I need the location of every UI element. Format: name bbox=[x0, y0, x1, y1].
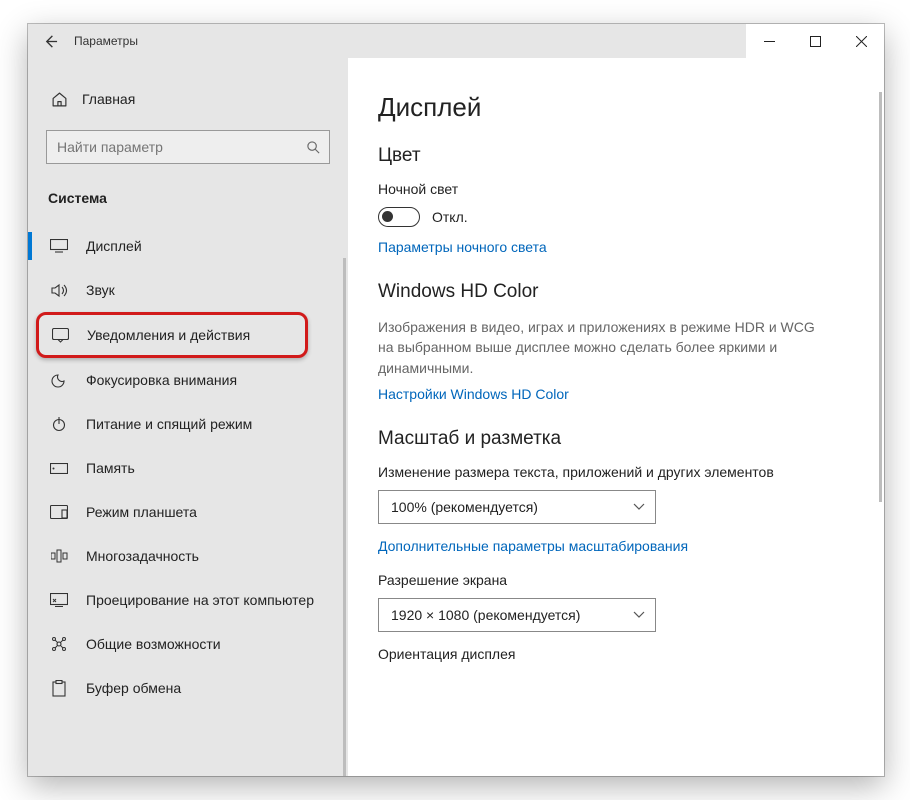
sidebar-item-projecting[interactable]: Проецирование на этот компьютер bbox=[28, 578, 348, 622]
sidebar-item-focus[interactable]: Фокусировка внимания bbox=[28, 358, 348, 402]
resolution-label: Разрешение экрана bbox=[378, 572, 884, 588]
text-size-dropdown[interactable]: 100% (рекомендуется) bbox=[378, 490, 656, 524]
sidebar-item-notifications[interactable]: Уведомления и действия bbox=[36, 312, 308, 358]
resolution-value: 1920 × 1080 (рекомендуется) bbox=[391, 607, 580, 623]
display-icon bbox=[50, 237, 68, 255]
home-label: Главная bbox=[82, 91, 135, 107]
titlebar: Параметры bbox=[28, 24, 884, 58]
nightlight-settings-link[interactable]: Параметры ночного света bbox=[378, 239, 884, 255]
sidebar-section-title: Система bbox=[28, 176, 348, 214]
focus-icon bbox=[50, 371, 68, 389]
sidebar-item-storage[interactable]: Память bbox=[28, 446, 348, 490]
hdcolor-link[interactable]: Настройки Windows HD Color bbox=[378, 386, 884, 402]
advanced-scaling-link[interactable]: Дополнительные параметры масштабирования bbox=[378, 538, 884, 554]
sidebar-item-tablet[interactable]: Режим планшета bbox=[28, 490, 348, 534]
page-title: Дисплей bbox=[378, 92, 884, 123]
sidebar-item-label: Фокусировка внимания bbox=[86, 372, 237, 388]
content: Главная Система Дисплей bbox=[28, 58, 884, 776]
toggle-state: Откл. bbox=[432, 209, 468, 225]
home-icon bbox=[50, 90, 68, 108]
sidebar-item-multitasking[interactable]: Многозадачность bbox=[28, 534, 348, 578]
text-size-value: 100% (рекомендуется) bbox=[391, 499, 538, 515]
notifications-icon bbox=[51, 326, 69, 344]
home-link[interactable]: Главная bbox=[28, 82, 348, 116]
text-size-label: Изменение размера текста, приложений и д… bbox=[378, 464, 884, 480]
orientation-label: Ориентация дисплея bbox=[378, 646, 884, 662]
resolution-dropdown[interactable]: 1920 × 1080 (рекомендуется) bbox=[378, 598, 656, 632]
sidebar-nav: Дисплей Звук Уведомления и действия bbox=[28, 214, 348, 710]
scale-heading: Масштаб и разметка bbox=[378, 428, 884, 450]
storage-icon bbox=[50, 459, 68, 477]
back-button[interactable] bbox=[28, 24, 72, 58]
sidebar-item-label: Режим планшета bbox=[86, 504, 197, 520]
sidebar-item-display[interactable]: Дисплей bbox=[28, 224, 348, 268]
sidebar-item-label: Питание и спящий режим bbox=[86, 416, 252, 432]
minimize-button[interactable] bbox=[746, 24, 792, 58]
sidebar-item-label: Проецирование на этот компьютер bbox=[86, 592, 314, 608]
sidebar-item-clipboard[interactable]: Буфер обмена bbox=[28, 666, 348, 710]
multitasking-icon bbox=[50, 547, 68, 565]
sidebar-item-sound[interactable]: Звук bbox=[28, 268, 348, 312]
hdcolor-heading: Windows HD Color bbox=[378, 281, 884, 303]
search-input[interactable] bbox=[46, 130, 330, 164]
sound-icon bbox=[50, 281, 68, 299]
sidebar-item-power[interactable]: Питание и спящий режим bbox=[28, 402, 348, 446]
sidebar-item-label: Многозадачность bbox=[86, 548, 199, 564]
sidebar-item-label: Память bbox=[86, 460, 135, 476]
sidebar: Главная Система Дисплей bbox=[28, 58, 348, 776]
color-heading: Цвет bbox=[378, 145, 884, 167]
sidebar-scrollbar[interactable] bbox=[343, 258, 346, 776]
search-field[interactable] bbox=[57, 139, 306, 155]
main-panel: Дисплей Цвет Ночной свет Откл. Параметры… bbox=[348, 58, 884, 776]
settings-window: Параметры Главная bbox=[28, 24, 884, 776]
nightlight-toggle[interactable]: Откл. bbox=[378, 207, 884, 227]
projecting-icon bbox=[50, 591, 68, 609]
hdcolor-desc: Изображения в видео, играх и приложениях… bbox=[378, 317, 818, 378]
shared-icon bbox=[50, 635, 68, 653]
chevron-down-icon bbox=[633, 503, 645, 511]
sidebar-item-shared[interactable]: Общие возможности bbox=[28, 622, 348, 666]
clipboard-icon bbox=[50, 679, 68, 697]
toggle-track[interactable] bbox=[378, 207, 420, 227]
sidebar-item-label: Дисплей bbox=[86, 238, 142, 254]
window-title: Параметры bbox=[74, 34, 138, 48]
sidebar-item-label: Общие возможности bbox=[86, 636, 221, 652]
sidebar-item-label: Буфер обмена bbox=[86, 680, 181, 696]
sidebar-item-label: Звук bbox=[86, 282, 115, 298]
main-scrollbar[interactable] bbox=[879, 92, 882, 502]
power-icon bbox=[50, 415, 68, 433]
maximize-button[interactable] bbox=[792, 24, 838, 58]
tablet-icon bbox=[50, 503, 68, 521]
sidebar-item-label: Уведомления и действия bbox=[87, 327, 250, 343]
nightlight-label: Ночной свет bbox=[378, 181, 884, 197]
chevron-down-icon bbox=[633, 611, 645, 619]
close-button[interactable] bbox=[838, 24, 884, 58]
search-icon bbox=[306, 140, 321, 155]
